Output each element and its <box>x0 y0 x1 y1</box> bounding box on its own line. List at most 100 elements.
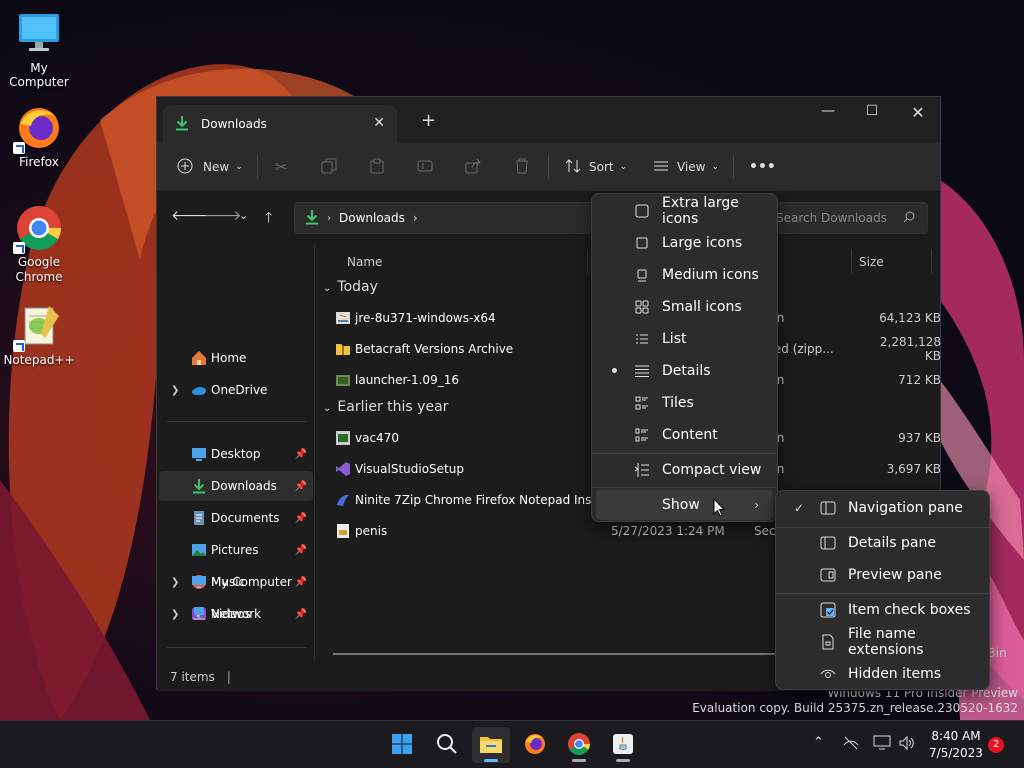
sidebar-item-label: OneDrive <box>211 383 268 397</box>
launcher-app-icon <box>335 372 351 388</box>
list-icon <box>634 331 650 347</box>
visual-studio-icon <box>335 461 351 477</box>
column-resize-handle[interactable] <box>931 249 932 273</box>
sidebar-item-home[interactable]: Home <box>159 343 313 373</box>
menu-separator <box>776 593 989 594</box>
column-header-size[interactable]: Size <box>859 255 884 269</box>
tab-downloads[interactable]: Downloads ✕ <box>163 105 397 143</box>
taskbar-firefox[interactable] <box>516 727 554 763</box>
desktop-icon-my-computer[interactable]: My Computer <box>0 10 78 89</box>
shortcut-arrow-icon <box>13 340 25 352</box>
sidebar-item-my-computer[interactable]: ❯ My Computer <box>159 567 313 597</box>
taskbar: ⌃ 8:40 AM 7/5/2023 2 <box>0 720 1024 768</box>
sort-button[interactable]: Sort ⌄ <box>565 143 627 191</box>
copy-button[interactable] <box>321 143 337 191</box>
file-date: 5/27/2023 1:24 PM <box>611 524 725 538</box>
desktop-icon-google-chrome[interactable]: Google Chrome <box>0 204 78 285</box>
chevron-right-icon[interactable]: ❯ <box>171 385 179 396</box>
desktop-folder-icon <box>191 446 207 462</box>
share-button[interactable] <box>465 143 481 191</box>
search-button[interactable] <box>428 727 466 763</box>
sidebar-item-documents[interactable]: Documents 📌 <box>159 503 313 533</box>
column-header-name[interactable]: Name <box>347 255 382 269</box>
show-hidden-icons-button[interactable]: ⌃ <box>813 735 824 750</box>
menu-item-navigation-pane[interactable]: ✓ Navigation pane <box>780 493 985 523</box>
group-label: Earlier this year <box>337 399 449 415</box>
search-input[interactable]: Search Downloads <box>763 202 928 234</box>
delete-button[interactable] <box>514 143 530 191</box>
menu-item-details-pane[interactable]: Details pane <box>780 528 985 558</box>
title-bar[interactable]: Downloads ✕ + — ☐ ✕ <box>157 97 940 143</box>
search-icon <box>903 211 915 226</box>
file-name: vac470 <box>355 431 399 445</box>
view-button[interactable]: View ⌄ <box>653 143 719 191</box>
tiles-icon <box>634 395 650 411</box>
close-window-button[interactable]: ✕ <box>903 103 933 122</box>
chevron-right-icon[interactable]: › <box>413 211 418 225</box>
toolbar-divider <box>733 155 734 179</box>
extra-large-icons-icon <box>634 203 650 219</box>
minimize-button[interactable]: — <box>813 103 843 119</box>
chevron-right-icon[interactable]: ❯ <box>171 609 179 620</box>
desktop-icon-notepad-plus-plus[interactable]: Notepad++ <box>0 302 78 367</box>
sidebar-item-pictures[interactable]: Pictures 📌 <box>159 535 313 565</box>
sidebar-item-onedrive[interactable]: ❯ OneDrive <box>159 375 313 405</box>
sidebar-item-downloads[interactable]: Downloads 📌 <box>159 471 313 501</box>
new-tab-button[interactable]: + <box>421 110 436 131</box>
monitor-tray-icon[interactable] <box>873 735 891 755</box>
menu-item-small-icons[interactable]: Small icons <box>596 292 773 322</box>
menu-item-tiles[interactable]: Tiles <box>596 388 773 418</box>
sidebar-item-label: Pictures <box>211 543 259 557</box>
back-button[interactable]: 🡐 <box>171 207 209 224</box>
taskbar-chrome[interactable] <box>560 727 598 763</box>
network-status-icon[interactable] <box>842 735 860 755</box>
menu-item-content[interactable]: Content <box>596 420 773 450</box>
new-button[interactable]: New ⌄ <box>177 143 243 191</box>
menu-item-show[interactable]: Show › <box>596 490 773 520</box>
rename-button[interactable] <box>417 143 433 191</box>
notification-badge[interactable]: 2 <box>988 737 1004 753</box>
group-header-today[interactable]: ⌄ Today <box>323 279 378 295</box>
menu-item-large-icons[interactable]: Large icons <box>596 228 773 258</box>
sort-icon <box>565 158 581 177</box>
horizontal-scrollbar[interactable] <box>333 653 793 655</box>
menu-item-file-name-extensions[interactable]: File name extensions <box>780 626 985 658</box>
menu-item-extra-large-icons[interactable]: Extra large icons <box>596 195 773 227</box>
taskbar-java[interactable] <box>604 727 642 763</box>
chevron-right-icon[interactable]: ❯ <box>171 577 179 588</box>
recent-locations-button[interactable]: ⌄ <box>239 209 248 222</box>
sidebar-item-network[interactable]: ❯ Network <box>159 599 313 629</box>
up-button[interactable]: 🡑 <box>265 207 272 231</box>
menu-item-item-check-boxes[interactable]: Item check boxes <box>780 595 985 625</box>
menu-item-medium-icons[interactable]: Medium icons <box>596 260 773 290</box>
pin-icon: 📌 <box>294 480 307 492</box>
maximize-button[interactable]: ☐ <box>857 103 887 119</box>
group-header-earlier-this-year[interactable]: ⌄ Earlier this year <box>323 399 448 415</box>
system-clock[interactable]: 8:40 AM 7/5/2023 <box>920 728 992 762</box>
menu-item-list[interactable]: List <box>596 324 773 354</box>
forward-button[interactable]: 🡒 <box>204 207 242 224</box>
file-extension-icon <box>820 634 836 650</box>
cut-button[interactable]: ✂ <box>275 143 288 191</box>
volume-icon[interactable] <box>898 735 916 755</box>
start-button[interactable] <box>383 727 421 763</box>
see-more-button[interactable]: ••• <box>749 143 776 191</box>
desktop-icon-firefox[interactable]: Firefox <box>0 104 78 169</box>
paste-button[interactable] <box>369 143 385 191</box>
menu-item-hidden-items[interactable]: Hidden items <box>780 659 985 689</box>
file-size: 3,697 KB <box>886 462 941 476</box>
taskbar-file-explorer[interactable] <box>472 727 510 763</box>
column-resize-handle[interactable] <box>851 249 852 273</box>
column-resize-handle[interactable] <box>587 249 588 273</box>
menu-item-compact-view[interactable]: Compact view <box>596 455 773 485</box>
download-icon <box>305 209 319 228</box>
menu-item-details[interactable]: Details <box>596 356 773 386</box>
sidebar-item-desktop[interactable]: Desktop 📌 <box>159 439 313 469</box>
running-indicator <box>616 759 630 762</box>
home-icon <box>191 350 207 366</box>
close-tab-icon[interactable]: ✕ <box>373 115 385 131</box>
menu-item-preview-pane[interactable]: Preview pane <box>780 560 985 590</box>
search-icon <box>436 733 458 758</box>
breadcrumb-downloads[interactable]: Downloads <box>339 211 405 225</box>
address-bar[interactable]: › Downloads › <box>294 202 594 234</box>
